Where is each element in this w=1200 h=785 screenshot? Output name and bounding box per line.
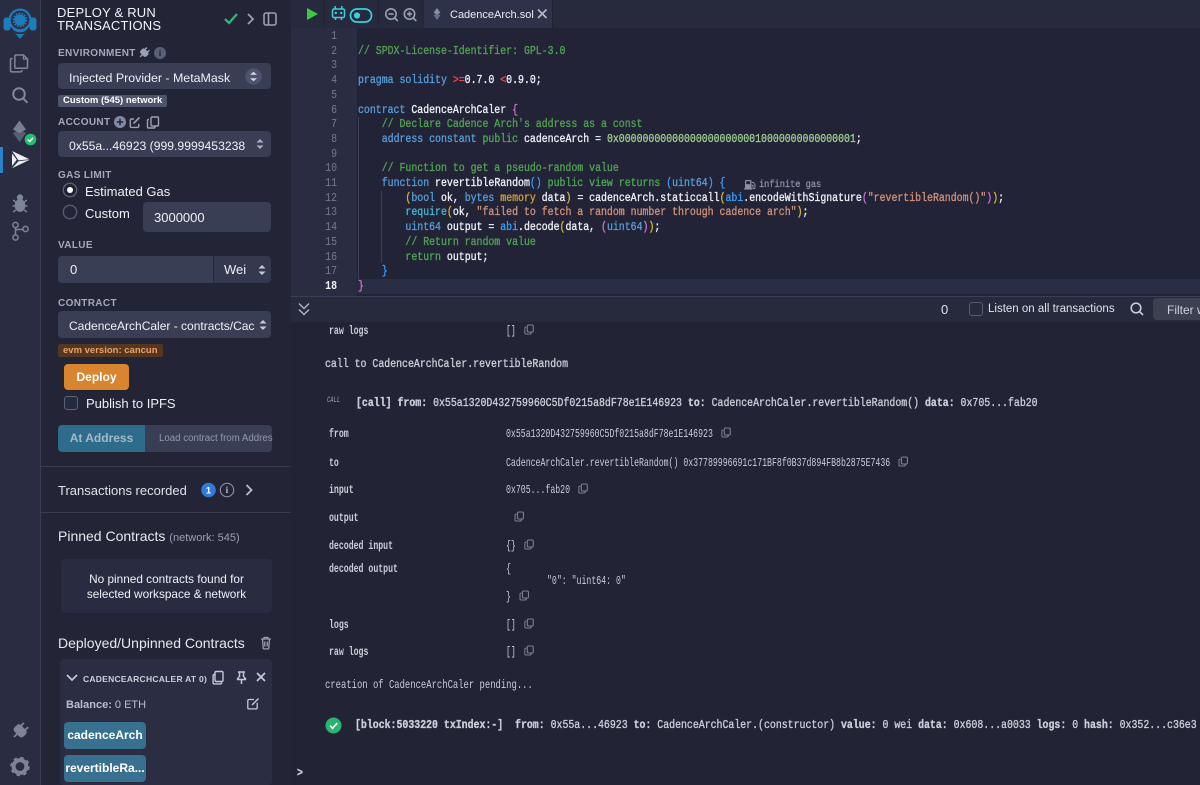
svg-text:i: i bbox=[226, 486, 229, 496]
svg-text:1: 1 bbox=[206, 485, 212, 496]
